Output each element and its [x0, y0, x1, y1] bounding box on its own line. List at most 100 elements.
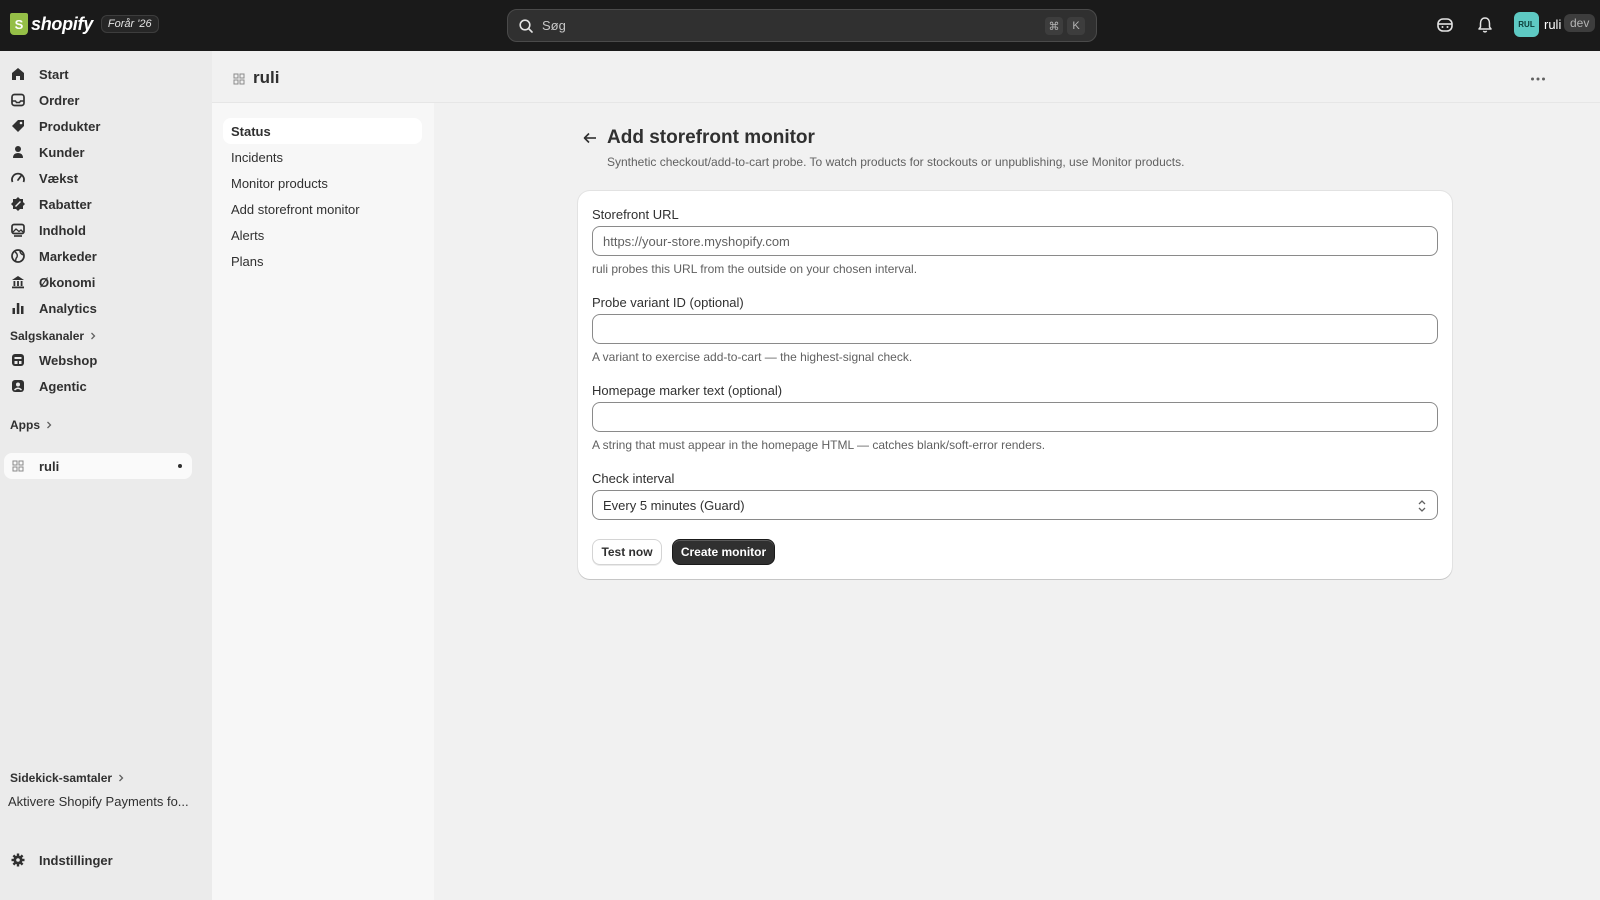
- dev-badge: dev: [1564, 14, 1596, 32]
- sidebar-item-label: Webshop: [39, 352, 98, 368]
- apps-heading[interactable]: Apps: [10, 418, 53, 432]
- sidebar-item-label: Markeder: [39, 248, 97, 264]
- app-nav-status[interactable]: Status: [223, 118, 422, 144]
- sidekick-label: Sidekick-samtaler: [10, 771, 113, 785]
- sidebar-item-settings[interactable]: Indstillinger: [4, 847, 192, 873]
- sidebar-item-analytics[interactable]: Analytics: [4, 295, 192, 321]
- sidebar-item-label: Agentic: [39, 378, 87, 394]
- app-navigation: Status Incidents Monitor products Add st…: [212, 103, 434, 900]
- app-grid-icon: [12, 460, 24, 472]
- chevron-right-icon: [91, 332, 96, 340]
- edition-badge[interactable]: Forår '26: [100, 15, 159, 33]
- page-header: ruli: [212, 51, 1600, 103]
- sidebar-item-label: Produkter: [39, 118, 101, 134]
- homepage-marker-help: A string that must appear in the homepag…: [592, 438, 1046, 452]
- sidekick-icon[interactable]: [1435, 15, 1455, 35]
- sidebar-item-markets[interactable]: Markeder: [4, 243, 192, 269]
- sidebar-item-webshop[interactable]: Webshop: [4, 347, 192, 373]
- tag-icon: [12, 120, 24, 132]
- content-icon: [11, 223, 25, 237]
- storefront-url-label: Storefront URL: [592, 207, 679, 222]
- homepage-marker-input[interactable]: [592, 402, 1438, 432]
- globe-icon: [11, 249, 25, 263]
- sales-channels-label: Salgskanaler: [10, 329, 85, 343]
- app-nav-monitor-products[interactable]: Monitor products: [223, 170, 422, 196]
- sidekick-conversation[interactable]: Aktivere Shopify Payments fo...: [8, 794, 189, 809]
- app-nav-alerts[interactable]: Alerts: [223, 222, 422, 248]
- search-placeholder: Søg: [542, 18, 566, 33]
- shortcut-k-key: K: [1067, 17, 1085, 35]
- storefront-url-help: ruli probes this URL from the outside on…: [592, 262, 918, 276]
- shopify-bag-icon: S: [10, 13, 28, 35]
- store-icon: [12, 354, 24, 366]
- main-content: Add storefront monitor Synthetic checkou…: [434, 103, 1600, 900]
- select-chevron-icon: [1418, 500, 1426, 512]
- sidebar-item-content[interactable]: Indhold: [4, 217, 192, 243]
- arrow-left-icon[interactable]: [582, 130, 598, 146]
- sidebar-item-label: Indhold: [39, 222, 86, 238]
- gear-icon: [11, 853, 25, 867]
- probe-variant-input[interactable]: [592, 314, 1438, 344]
- form-subtitle: Synthetic checkout/add-to-cart probe. To…: [607, 155, 1185, 169]
- sidebar-item-label: Rabatter: [39, 196, 92, 212]
- sidebar: Start Ordrer Produkter Kunder Vækst Raba…: [0, 51, 212, 900]
- probe-variant-help: A variant to exercise add-to-cart — the …: [592, 350, 913, 364]
- sidebar-item-label: ruli: [39, 458, 60, 474]
- top-bar: S shopify Forår '26 Søg ⌘ K RUL ruli dev: [0, 0, 1600, 51]
- apps-label: Apps: [10, 418, 40, 432]
- page-title: ruli: [253, 68, 280, 87]
- store-avatar[interactable]: RUL: [1514, 12, 1539, 37]
- brand-wordmark: shopify: [31, 13, 93, 34]
- sidebar-item-label: Start: [39, 66, 69, 82]
- person-icon: [13, 146, 23, 158]
- gauge-icon: [11, 172, 25, 183]
- chevron-right-icon: [47, 421, 52, 429]
- search-bar[interactable]: Søg ⌘ K: [507, 9, 1097, 42]
- probe-variant-label: Probe variant ID (optional): [592, 295, 744, 310]
- check-interval-value: Every 5 minutes (Guard): [603, 497, 745, 513]
- bank-icon: [12, 276, 24, 289]
- shortcut-cmd-key: ⌘: [1045, 17, 1063, 35]
- sidebar-item-label: Vækst: [39, 170, 79, 186]
- app-nav-plans[interactable]: Plans: [223, 248, 422, 274]
- sidebar-item-start[interactable]: Start: [4, 61, 192, 87]
- sidebar-item-growth[interactable]: Vækst: [4, 165, 192, 191]
- monitor-form-card: Storefront URL ruli probes this URL from…: [578, 191, 1452, 579]
- sidebar-item-finance[interactable]: Økonomi: [4, 269, 192, 295]
- sidebar-item-label: Indstillinger: [39, 852, 113, 868]
- shopify-logo[interactable]: S shopify Forår '26: [10, 13, 159, 35]
- sidebar-item-orders[interactable]: Ordrer: [4, 87, 192, 113]
- check-interval-label: Check interval: [592, 471, 675, 486]
- app-nav-add-storefront-monitor[interactable]: Add storefront monitor: [223, 196, 422, 222]
- sidekick-heading[interactable]: Sidekick-samtaler: [10, 771, 125, 785]
- store-name[interactable]: ruli: [1544, 17, 1561, 32]
- sidebar-item-label: Økonomi: [39, 274, 96, 290]
- app-nav-incidents[interactable]: Incidents: [223, 144, 422, 170]
- sidebar-item-customers[interactable]: Kunder: [4, 139, 192, 165]
- sidebar-item-products[interactable]: Produkter: [4, 113, 192, 139]
- chevron-right-icon: [119, 774, 124, 782]
- sales-channels-heading[interactable]: Salgskanaler: [10, 329, 97, 343]
- sidebar-item-label: Kunder: [39, 144, 85, 160]
- storefront-url-input[interactable]: [592, 226, 1438, 256]
- sidebar-item-agentic[interactable]: Agentic: [4, 373, 192, 399]
- sidebar-item-label: Analytics: [39, 300, 97, 316]
- inbox-icon: [11, 93, 25, 107]
- search-icon: [519, 18, 533, 33]
- homepage-marker-label: Homepage marker text (optional): [592, 383, 783, 398]
- active-dot: [178, 464, 182, 468]
- more-horizontal-icon[interactable]: [1530, 76, 1546, 82]
- discount-icon: [11, 197, 25, 211]
- app-grid-icon: [233, 73, 245, 85]
- agentic-icon: [12, 380, 24, 392]
- sidebar-item-label: Ordrer: [39, 92, 80, 108]
- bell-icon[interactable]: [1475, 15, 1495, 35]
- create-monitor-button[interactable]: Create monitor: [672, 539, 775, 565]
- form-title: Add storefront monitor: [607, 127, 815, 148]
- bar-chart-icon: [12, 303, 24, 314]
- sidebar-item-ruli[interactable]: ruli: [4, 453, 192, 479]
- check-interval-select[interactable]: Every 5 minutes (Guard): [592, 490, 1438, 520]
- test-now-button[interactable]: Test now: [592, 539, 662, 565]
- home-icon: [12, 68, 24, 80]
- sidebar-item-discounts[interactable]: Rabatter: [4, 191, 192, 217]
